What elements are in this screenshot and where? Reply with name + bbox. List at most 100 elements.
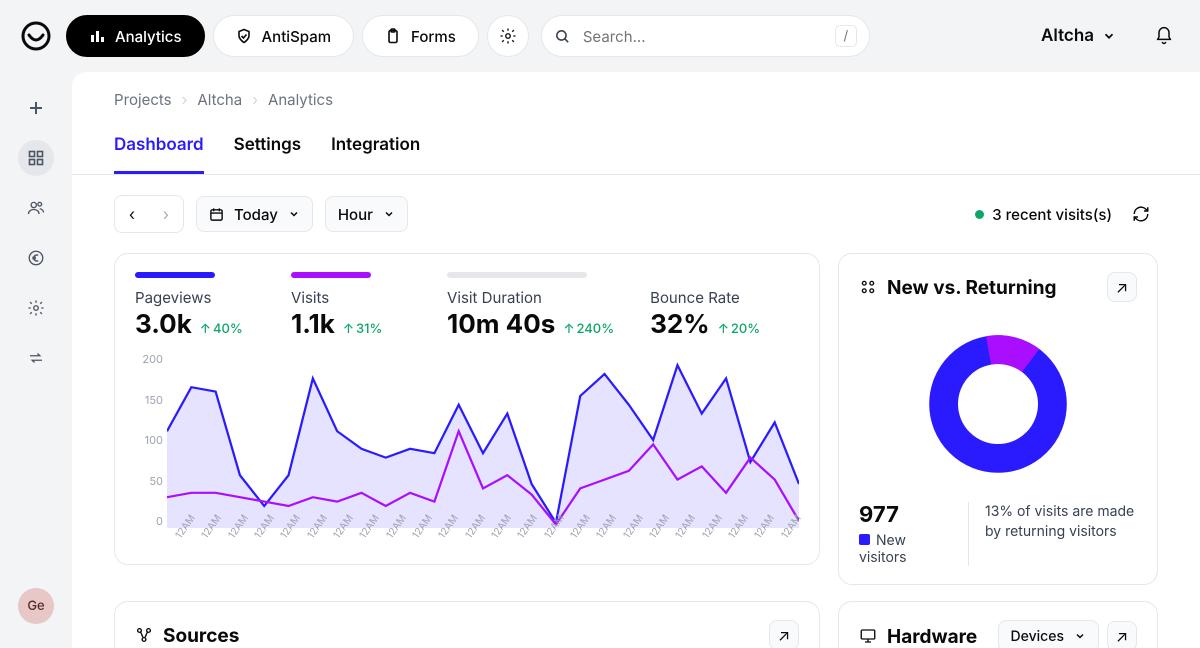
search-input[interactable] bbox=[581, 26, 825, 47]
chevron-down-icon bbox=[1102, 29, 1116, 43]
date-range-select[interactable]: Today bbox=[196, 196, 313, 232]
metric-delta: ↑31% bbox=[343, 321, 383, 337]
chevron-right-icon: › bbox=[182, 90, 188, 109]
expand-button[interactable]: ↗ bbox=[1107, 272, 1137, 302]
expand-icon: ↗ bbox=[1116, 626, 1128, 646]
rail-billing[interactable] bbox=[18, 240, 54, 276]
breadcrumb-item[interactable]: Projects bbox=[114, 90, 172, 109]
nav-settings-button[interactable] bbox=[487, 15, 529, 57]
shield-icon bbox=[236, 28, 252, 44]
monitor-icon bbox=[859, 627, 877, 645]
users-icon bbox=[27, 199, 45, 217]
search-shortcut: / bbox=[835, 25, 857, 47]
rail-dashboard[interactable] bbox=[18, 140, 54, 176]
nav-analytics[interactable]: Analytics bbox=[66, 15, 205, 57]
expand-button[interactable]: ↗ bbox=[1107, 621, 1137, 648]
returning-note: 13% of visits are made by returning visi… bbox=[985, 502, 1137, 566]
notifications-button[interactable] bbox=[1146, 18, 1182, 54]
workspace-name: Altcha bbox=[1041, 26, 1094, 46]
donut-chart bbox=[918, 324, 1078, 484]
sources-card: Sources ↗ bbox=[114, 601, 820, 648]
metric-label: Pageviews bbox=[135, 288, 255, 307]
swatch-visits bbox=[291, 272, 371, 278]
metric-value: 3.0k bbox=[135, 309, 192, 340]
euro-icon bbox=[27, 249, 45, 267]
interval-select[interactable]: Hour bbox=[325, 196, 408, 232]
chevron-down-icon bbox=[288, 208, 300, 220]
workspace-selector[interactable]: Altcha bbox=[1041, 26, 1116, 46]
chevron-down-icon bbox=[383, 208, 395, 220]
breadcrumb-item[interactable]: Altcha bbox=[197, 90, 242, 109]
grid-icon bbox=[28, 150, 44, 166]
metric-label: Visits bbox=[291, 288, 411, 307]
tab-dashboard[interactable]: Dashboard bbox=[114, 121, 204, 174]
rail-settings[interactable] bbox=[18, 290, 54, 326]
nav-label: Forms bbox=[411, 27, 456, 46]
swatch-pageviews bbox=[135, 272, 215, 278]
breadcrumb: Projects › Altcha › Analytics bbox=[72, 72, 1200, 109]
breadcrumb-item[interactable]: Analytics bbox=[268, 90, 333, 109]
refresh-button[interactable] bbox=[1124, 197, 1158, 231]
rail-new[interactable] bbox=[18, 90, 54, 126]
select-value: Devices bbox=[1011, 628, 1064, 645]
select-value: Today bbox=[234, 205, 278, 224]
swatch-duration bbox=[447, 272, 587, 278]
nav-forms[interactable]: Forms bbox=[362, 15, 479, 57]
arrow-up-icon: ↑ bbox=[563, 321, 574, 337]
calendar-icon bbox=[209, 207, 224, 222]
prev-range-button[interactable]: ‹ bbox=[115, 196, 149, 232]
arrow-up-icon: ↑ bbox=[718, 321, 729, 337]
hardware-card: Hardware Devices ↗ bbox=[838, 601, 1158, 648]
metric-value: 1.1k bbox=[291, 309, 335, 340]
clipboard-icon bbox=[385, 28, 401, 44]
expand-icon: ↗ bbox=[778, 625, 790, 645]
metric-label: Visit Duration bbox=[447, 288, 614, 307]
new-vs-returning-card: New vs. Returning ↗ 977 New visitors 13%… bbox=[838, 253, 1158, 585]
arrow-up-icon: ↑ bbox=[200, 321, 211, 337]
gear-icon bbox=[499, 27, 517, 45]
sources-icon bbox=[135, 626, 153, 644]
expand-icon: ↗ bbox=[1116, 277, 1128, 297]
chevron-right-icon: › bbox=[252, 90, 258, 109]
search-icon bbox=[554, 28, 571, 45]
people-icon bbox=[859, 278, 877, 296]
card-title: Sources bbox=[163, 624, 239, 647]
chevron-down-icon bbox=[1074, 630, 1086, 642]
search-box[interactable]: / bbox=[541, 15, 870, 57]
swap-icon bbox=[27, 349, 45, 367]
bar-chart-icon bbox=[89, 28, 105, 44]
card-title: Hardware bbox=[887, 625, 977, 648]
gear-icon bbox=[27, 299, 45, 317]
live-visits-indicator[interactable]: 3 recent visits(s) bbox=[975, 205, 1112, 224]
traffic-chart: 200150100500 12AM12AM12AM12AM12AM12AM12A… bbox=[135, 352, 799, 552]
live-dot-icon bbox=[975, 210, 984, 219]
metric-value: 32% bbox=[650, 309, 710, 340]
live-visits-text: 3 recent visits(s) bbox=[992, 205, 1112, 224]
rail-transfer[interactable] bbox=[18, 340, 54, 376]
next-range-button: › bbox=[149, 196, 183, 232]
nav-label: Analytics bbox=[115, 27, 182, 46]
user-avatar[interactable]: Ge bbox=[18, 588, 54, 624]
expand-button[interactable]: ↗ bbox=[769, 620, 799, 648]
metrics-card: Pageviews 3.0k ↑40% Visits 1.1k ↑31% Vis… bbox=[114, 253, 820, 565]
metric-delta: ↑240% bbox=[563, 321, 614, 337]
tab-integration[interactable]: Integration bbox=[331, 121, 420, 174]
refresh-icon bbox=[1132, 205, 1150, 223]
tab-settings[interactable]: Settings bbox=[234, 121, 301, 174]
arrow-up-icon: ↑ bbox=[343, 321, 354, 337]
hardware-filter-select[interactable]: Devices bbox=[998, 620, 1099, 648]
nav-label: AntiSpam bbox=[262, 27, 332, 46]
rail-people[interactable] bbox=[18, 190, 54, 226]
new-visitors-count: 977 bbox=[859, 502, 952, 528]
metric-delta: ↑20% bbox=[718, 321, 760, 337]
chevron-left-icon: ‹ bbox=[129, 204, 135, 224]
metric-value: 10m 40s bbox=[447, 309, 555, 340]
plus-icon bbox=[28, 100, 44, 116]
card-title: New vs. Returning bbox=[887, 276, 1057, 299]
brand-logo[interactable] bbox=[18, 18, 54, 54]
nav-antispam[interactable]: AntiSpam bbox=[213, 15, 355, 57]
metric-delta: ↑40% bbox=[200, 321, 243, 337]
bell-icon bbox=[1154, 26, 1174, 46]
metric-label: Bounce Rate bbox=[650, 288, 770, 307]
chevron-right-icon: › bbox=[163, 204, 169, 224]
